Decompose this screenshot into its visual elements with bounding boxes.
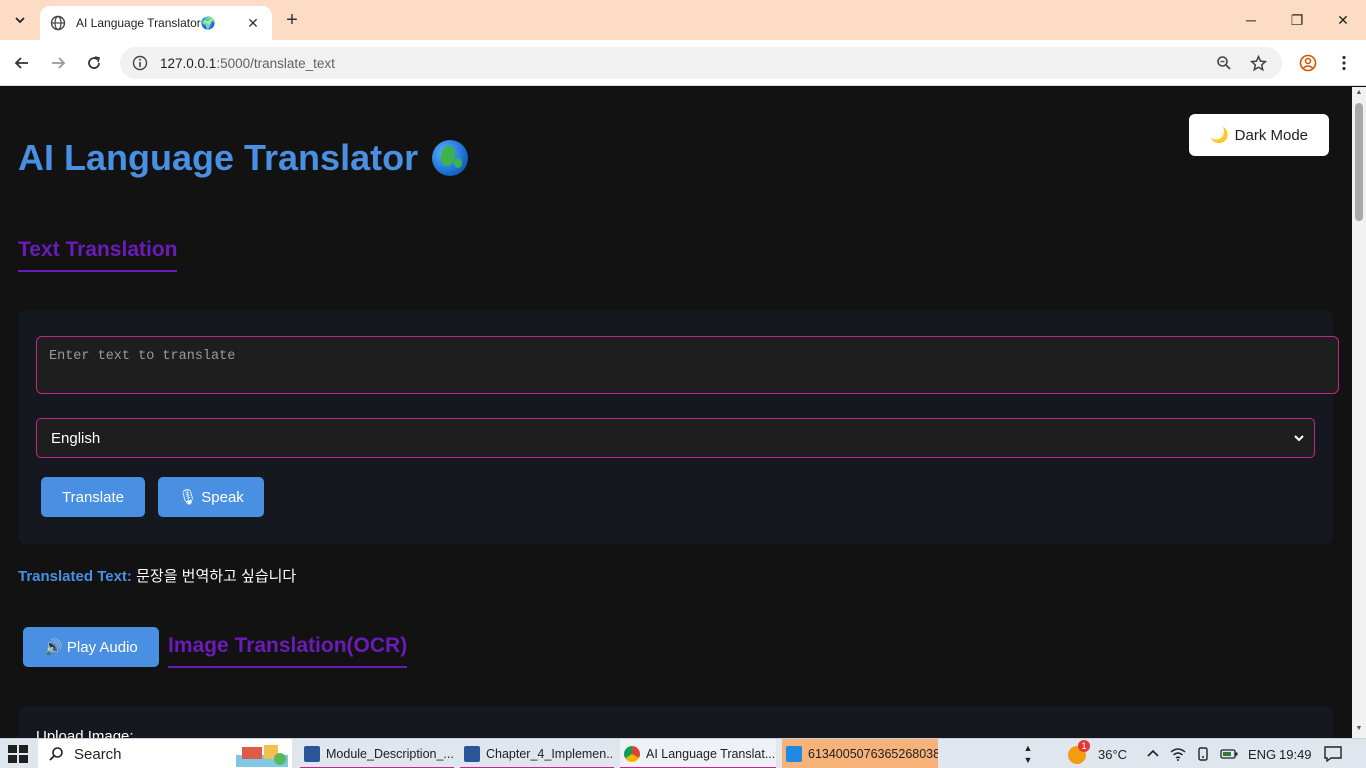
windows-start-icon[interactable] <box>8 745 28 763</box>
temperature: 36°C <box>1098 746 1128 762</box>
address-bar[interactable]: 127.0.0.1:5000/translate_text <box>120 47 1282 79</box>
battery-icon[interactable] <box>1220 748 1238 760</box>
translated-text: Translated Text: 문장을 번역하고 싶습니다 <box>18 565 296 586</box>
scroll-down-arrow-icon[interactable]: ▼ <box>1355 725 1363 732</box>
browser-toolbar: 127.0.0.1:5000/translate_text <box>0 40 1366 86</box>
image-translation-heading: Image Translation(OCR) <box>168 634 408 668</box>
new-tab-plus-icon[interactable]: + <box>280 8 304 32</box>
bookmark-star-icon[interactable] <box>1248 53 1268 73</box>
photos-app-icon <box>786 746 802 762</box>
language-select[interactable]: English <box>36 418 1315 458</box>
weather-badge: 1 <box>1078 740 1090 752</box>
translated-text-value: 문장을 번역하고 싶습니다 <box>136 568 297 585</box>
chevron-down-icon <box>1294 435 1304 442</box>
search-label: Search <box>74 745 122 763</box>
taskbar-search[interactable]: Search <box>38 739 292 768</box>
text-input[interactable] <box>36 336 1339 394</box>
window-close-icon[interactable]: ✕ <box>1320 0 1366 40</box>
notification-icon[interactable] <box>1324 739 1342 768</box>
taskbar-item-label: 6134005076365268038... <box>808 747 938 761</box>
speak-button-label: Speak <box>201 488 244 506</box>
page-title-text: AI Language Translator <box>18 137 419 178</box>
browser-menu-icon[interactable] <box>1330 49 1358 77</box>
zoom-icon[interactable] <box>1214 53 1234 73</box>
translated-text-label: Translated Text: <box>18 568 132 585</box>
clock-time: 19:49 <box>1279 746 1312 762</box>
weather-sun-icon: 1 <box>1066 740 1090 764</box>
page-title: AI Language Translator <box>18 137 469 179</box>
forward-arrow-icon[interactable] <box>44 49 72 77</box>
speaker-icon: 🔊 <box>44 639 63 656</box>
scroll-up-arrow-icon[interactable]: ▲ <box>1355 89 1363 96</box>
dark-mode-label: Dark Mode <box>1234 126 1309 144</box>
minimize-icon[interactable]: ─ <box>1228 0 1274 40</box>
image-translation-card: Upload Image: <box>18 706 1333 738</box>
chevron-up-icon[interactable] <box>1146 747 1160 761</box>
url-text: 127.0.0.1:5000/translate_text <box>160 55 335 71</box>
chevron-down-icon <box>15 17 25 24</box>
taskbar: Search Module_Description_... Chapter_4_… <box>0 738 1366 768</box>
search-icon <box>49 747 63 761</box>
taskbar-scroll-arrows-icon[interactable]: ▲ ▼ <box>1020 739 1036 768</box>
taskbar-item-word-module[interactable]: Module_Description_... <box>300 739 454 768</box>
tab-close-icon[interactable]: ✕ <box>244 14 262 32</box>
globe-icon: 🌍 <box>200 16 216 30</box>
play-audio-label: Play Audio <box>66 638 138 656</box>
play-audio-button[interactable]: 🔊 Play Audio <box>23 627 159 667</box>
text-translation-card: English Translate 🎙 Speak <box>18 310 1339 544</box>
tab-title: AI Language Translator🌍 <box>76 16 216 30</box>
input-language[interactable]: ENG <box>1248 747 1276 762</box>
selected-language: English <box>51 429 101 447</box>
word-document-icon <box>304 746 320 762</box>
translate-button[interactable]: Translate <box>41 477 145 517</box>
weather-widget[interactable]: 1 36°C <box>1066 739 1127 768</box>
dark-mode-toggle[interactable]: 🌙 Dark Mode <box>1189 114 1329 156</box>
system-tray: ENG <box>1146 739 1276 768</box>
tab-search-button[interactable] <box>6 6 34 34</box>
chrome-icon <box>624 746 640 762</box>
translate-button-label: Translate <box>62 488 124 506</box>
moon-icon: 🌙 <box>1209 127 1229 144</box>
search-highlight-illustration-icon <box>236 745 288 767</box>
profile-avatar-icon[interactable] <box>1294 49 1322 77</box>
scrollbar-thumb[interactable] <box>1355 103 1363 221</box>
wifi-icon[interactable] <box>1170 747 1186 761</box>
word-document-icon <box>464 746 480 762</box>
page-content: 🌙 Dark Mode AI Language Translator Text … <box>0 87 1352 738</box>
taskbar-item-label: AI Language Translat... <box>646 747 776 761</box>
restore-icon[interactable]: ❐ <box>1274 0 1320 40</box>
browser-tab-active[interactable]: AI Language Translator🌍 ✕ <box>40 6 272 40</box>
upload-image-label: Upload Image: <box>36 728 134 738</box>
text-translation-heading: Text Translation <box>18 238 178 272</box>
site-info-icon[interactable] <box>132 55 148 71</box>
speak-button[interactable]: 🎙 Speak <box>158 477 264 517</box>
browser-tab-strip: AI Language Translator🌍 ✕ + ─ ❐ ✕ <box>0 0 1366 40</box>
globe-favicon-icon <box>50 15 66 31</box>
taskbar-item-label: Module_Description_... <box>326 747 454 761</box>
earth-globe-icon <box>432 140 469 176</box>
back-arrow-icon[interactable] <box>8 49 36 77</box>
taskbar-item-chrome[interactable]: AI Language Translat... <box>620 739 776 768</box>
taskbar-item-label: Chapter_4_Implemen... <box>486 747 614 761</box>
taskbar-item-word-chapter[interactable]: Chapter_4_Implemen... <box>460 739 614 768</box>
device-icon[interactable] <box>1196 747 1210 761</box>
page-scrollbar[interactable]: ▲ ▼ <box>1352 87 1366 738</box>
reload-icon[interactable] <box>80 49 108 77</box>
clock[interactable]: 19:49 <box>1279 739 1312 768</box>
microphone-icon: 🎙 <box>178 489 198 506</box>
taskbar-item-photo[interactable]: 6134005076365268038... <box>782 739 938 768</box>
